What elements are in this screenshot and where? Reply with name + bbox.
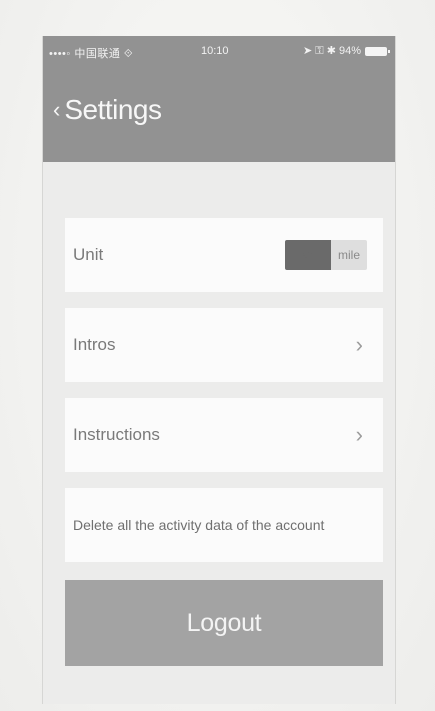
back-button[interactable]: ‹ Settings <box>53 94 162 126</box>
page-title: Settings <box>64 94 162 125</box>
unit-option-mile[interactable]: mile <box>331 240 367 270</box>
chevron-left-icon: ‹ <box>53 97 61 122</box>
chevron-right-icon: › <box>355 422 363 447</box>
instructions-label: Instructions <box>73 425 160 444</box>
status-time: 10:10 <box>201 45 229 57</box>
intros-label: Intros <box>73 335 116 354</box>
delete-data-row[interactable]: Delete all the activity data of the acco… <box>65 488 383 562</box>
carrier-text: ••••◦ 中国联通 ⟐ <box>49 48 134 60</box>
unit-label: Unit <box>73 245 104 264</box>
nav-bar: ‹ Settings <box>43 66 395 162</box>
status-bar: ••••◦ 中国联通 ⟐ 10:10 ➤ ⚿ ✱ 94% <box>43 36 395 66</box>
intros-row[interactable]: Intros › <box>65 308 383 382</box>
phone-screen: ••••◦ 中国联通 ⟐ 10:10 ➤ ⚿ ✱ 94% ‹ Settings … <box>42 36 396 704</box>
chevron-right-icon: › <box>355 332 363 357</box>
status-indicators-text: ➤ ⚿ ✱ 94% <box>303 45 361 57</box>
delete-data-label: Delete all the activity data of the acco… <box>73 517 325 533</box>
settings-list: Unit km mile Intros › Instructions › Del… <box>43 162 395 704</box>
unit-toggle[interactable]: km mile <box>285 240 367 270</box>
logout-button[interactable]: Logout <box>65 580 383 666</box>
unit-row: Unit km mile <box>65 218 383 292</box>
status-indicators: ➤ ⚿ ✱ 94% <box>303 44 390 58</box>
instructions-row[interactable]: Instructions › <box>65 398 383 472</box>
battery-icon <box>365 46 390 56</box>
unit-option-km[interactable]: km <box>285 240 331 270</box>
